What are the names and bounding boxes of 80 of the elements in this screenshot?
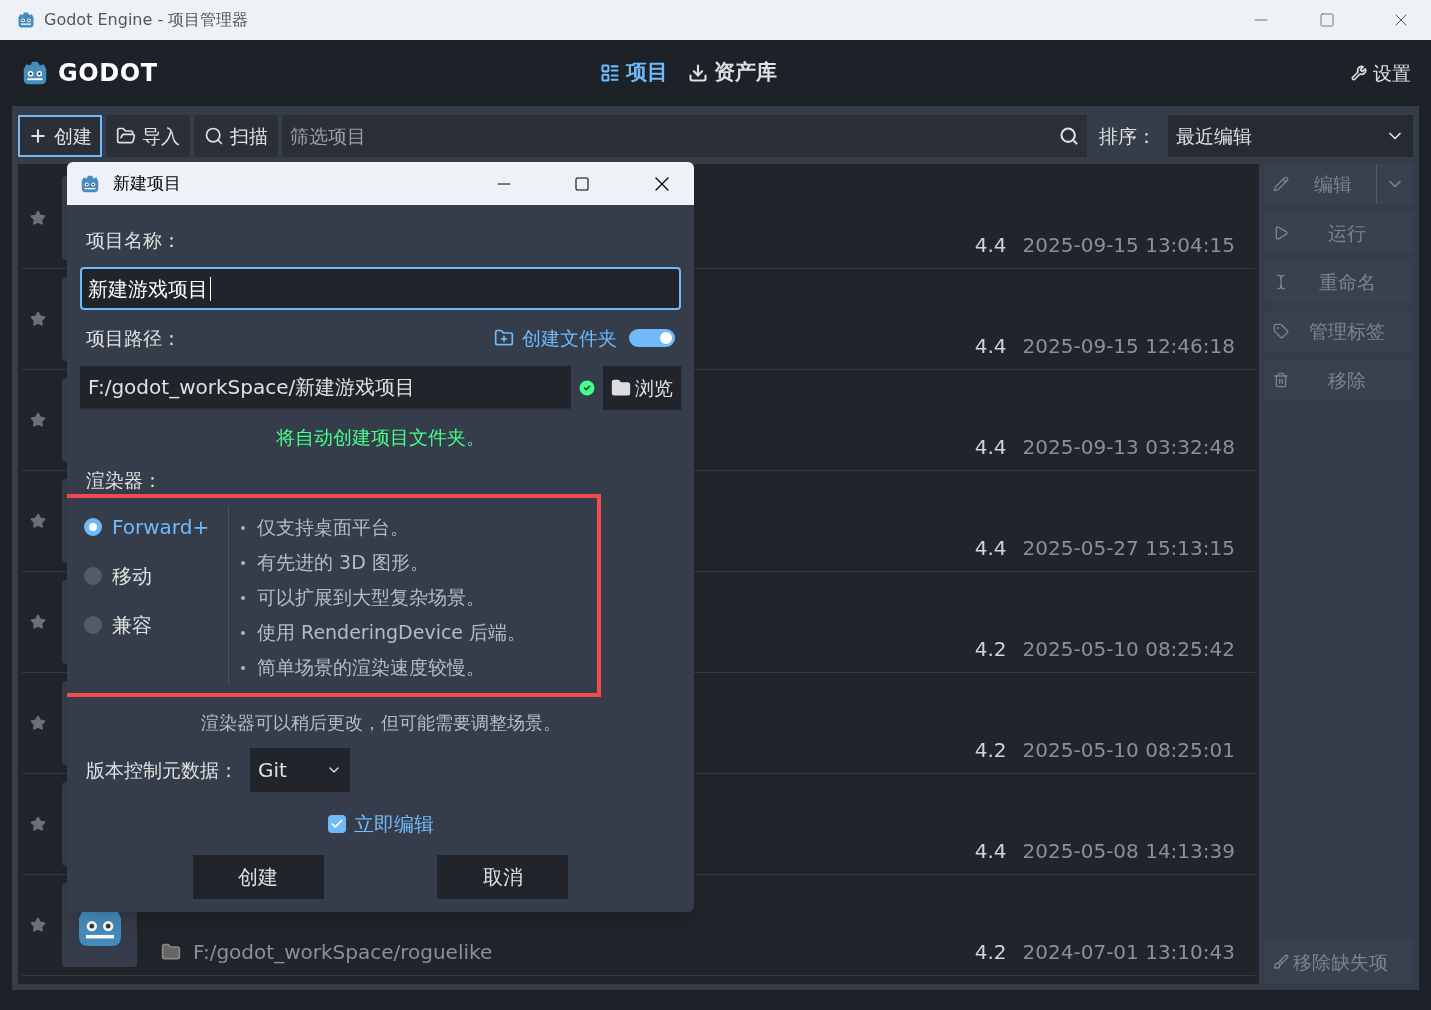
search-icon[interactable] <box>1051 115 1087 157</box>
favorite-star-icon[interactable] <box>30 210 46 226</box>
modified-date: 2025-09-15 12:46:18 <box>1022 333 1235 360</box>
version-label: 4.4 <box>974 434 1007 461</box>
window-title: Godot Engine - 项目管理器 <box>44 9 250 31</box>
favorite-star-icon[interactable] <box>30 715 46 731</box>
sort-label: 排序： <box>1098 123 1157 149</box>
maximize-icon[interactable] <box>1319 12 1335 28</box>
feature-item: 简单场景的渲染速度较慢。 <box>257 655 485 681</box>
feature-item: 仅支持桌面平台。 <box>257 515 409 541</box>
feature-item: 使用 RenderingDevice 后端。 <box>257 620 527 646</box>
trash-icon <box>1273 372 1289 388</box>
project-name-field[interactable]: 新建游戏项目 <box>80 267 681 310</box>
nav-tab[interactable]: 资产库 <box>688 57 777 89</box>
favorite-star-icon[interactable] <box>30 412 46 428</box>
folder-icon <box>116 126 136 146</box>
toolbar-button[interactable]: 创建 <box>18 115 102 157</box>
modified-date: 2025-05-08 14:13:39 <box>1022 838 1235 865</box>
field-label: 项目路径： <box>86 325 182 351</box>
modified-date: 2025-05-10 08:25:01 <box>1022 737 1235 764</box>
settings-button[interactable]: 设置 <box>1351 58 1411 88</box>
list-icon <box>600 63 620 83</box>
maximize-icon[interactable] <box>574 175 590 192</box>
checkmark-icon <box>329 817 344 831</box>
feature-item: 可以扩展到大型复杂场景。 <box>257 585 485 611</box>
renderer-note: 渲染器可以稍后更改，但可能需要调整场景。 <box>199 710 562 735</box>
dialog-button[interactable]: 创建 <box>192 855 324 899</box>
field-label: 渲染器： <box>85 467 163 493</box>
version-label: 4.4 <box>974 232 1007 259</box>
version-label: 4.2 <box>974 636 1007 663</box>
version-label: 4.2 <box>974 737 1007 764</box>
feature-item: 有先进的 3D 图形。 <box>257 550 429 576</box>
renderer-radio[interactable]: 移动 <box>84 559 228 593</box>
check-circle-icon <box>577 378 597 398</box>
edit-now-checkbox[interactable]: 立即编辑 <box>327 809 434 839</box>
favorite-star-icon[interactable] <box>30 513 46 529</box>
field-label: 项目名称： <box>85 227 182 253</box>
status-message: 将自动创建项目文件夹。 <box>275 424 486 450</box>
renderer-radio[interactable]: Forward+ <box>84 510 228 544</box>
modified-date: 2025-09-15 13:04:15 <box>1022 232 1235 259</box>
pencil-icon <box>1273 176 1289 192</box>
nav-tab[interactable]: 项目 <box>600 57 668 89</box>
version-label: 4.2 <box>974 939 1007 966</box>
version-label: 4.4 <box>974 333 1007 360</box>
dialog-title: 新建项目 <box>113 171 182 195</box>
project-path: F:/godot_workSpace/roguelike <box>193 939 493 966</box>
logo-text: GODOT <box>58 58 158 89</box>
brush-icon <box>1273 954 1289 970</box>
tag-icon <box>1273 323 1289 339</box>
toolbar-button[interactable]: 扫描 <box>194 115 278 157</box>
wrench-icon <box>1351 65 1367 81</box>
search-icon <box>204 126 224 146</box>
download-icon <box>688 63 708 83</box>
version-label: 4.4 <box>974 535 1007 562</box>
favorite-star-icon[interactable] <box>30 614 46 630</box>
field-label: 版本控制元数据： <box>86 757 238 783</box>
renderer-radio[interactable]: 兼容 <box>84 608 228 642</box>
modified-date: 2024-07-01 13:10:43 <box>1022 939 1235 966</box>
favorite-star-icon[interactable] <box>30 816 46 832</box>
favorite-star-icon[interactable] <box>30 311 46 327</box>
folder-icon <box>611 378 631 398</box>
dialog-button[interactable]: 取消 <box>437 855 569 899</box>
plus-icon <box>28 126 48 146</box>
folder-plus-icon <box>494 328 514 348</box>
toolbar-button[interactable]: 导入 <box>106 115 190 157</box>
modified-date: 2025-05-10 08:25:42 <box>1022 636 1235 663</box>
create-folder-label: 创建文件夹 <box>522 325 617 351</box>
vcs-dropdown[interactable]: Git <box>250 748 350 792</box>
toggle-switch[interactable] <box>629 329 675 347</box>
sort-dropdown[interactable]: 最近编辑 <box>1168 115 1413 157</box>
project-path-field[interactable]: F:/godot_workSpace/新建游戏项目 <box>80 366 571 410</box>
modified-date: 2025-05-27 15:13:15 <box>1022 535 1235 562</box>
godot-logo-icon <box>16 10 36 30</box>
favorite-star-icon[interactable] <box>30 917 46 933</box>
play-icon <box>1273 225 1289 241</box>
modified-date: 2025-09-13 03:32:48 <box>1022 434 1235 461</box>
version-label: 4.4 <box>974 838 1007 865</box>
browse-button[interactable]: 浏览 <box>603 366 681 410</box>
folder-icon <box>161 942 181 962</box>
filter-field[interactable]: 筛选项目 <box>282 115 1051 157</box>
